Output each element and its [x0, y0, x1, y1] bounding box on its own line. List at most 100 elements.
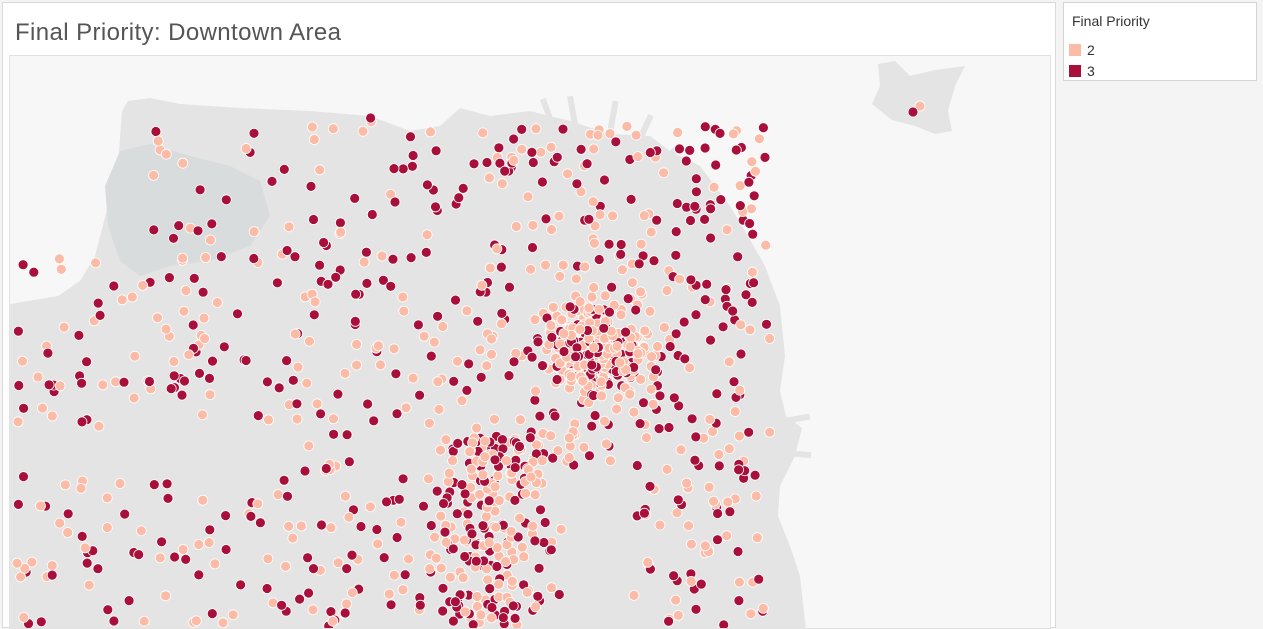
point-priority-3[interactable] — [314, 259, 326, 271]
point-priority-3[interactable] — [282, 490, 293, 502]
point-priority-3[interactable] — [516, 124, 528, 135]
point-priority-2[interactable] — [508, 155, 520, 166]
point-priority-3[interactable] — [405, 252, 417, 264]
point-priority-2[interactable] — [129, 350, 141, 362]
point-priority-3[interactable] — [173, 220, 185, 232]
point-priority-2[interactable] — [190, 615, 202, 627]
point-priority-3[interactable] — [529, 535, 541, 547]
point-priority-3[interactable] — [278, 474, 290, 486]
point-priority-2[interactable] — [685, 576, 697, 587]
point-priority-3[interactable] — [393, 493, 405, 505]
point-priority-3[interactable] — [192, 225, 204, 237]
point-priority-3[interactable] — [727, 305, 739, 317]
point-priority-2[interactable] — [588, 282, 600, 293]
point-priority-2[interactable] — [486, 333, 497, 345]
point-priority-3[interactable] — [598, 322, 610, 334]
point-priority-3[interactable] — [545, 544, 557, 556]
point-priority-2[interactable] — [400, 402, 412, 414]
point-priority-2[interactable] — [491, 243, 503, 255]
point-priority-2[interactable] — [506, 575, 518, 587]
point-priority-2[interactable] — [197, 494, 209, 506]
point-priority-2[interactable] — [652, 341, 663, 352]
point-priority-3[interactable] — [287, 374, 299, 386]
point-priority-3[interactable] — [705, 203, 716, 215]
point-priority-2[interactable] — [471, 591, 483, 602]
point-priority-3[interactable] — [451, 508, 463, 520]
point-priority-3[interactable] — [46, 569, 58, 581]
point-priority-3[interactable] — [281, 245, 293, 256]
point-priority-2[interactable] — [480, 511, 492, 522]
point-priority-3[interactable] — [332, 388, 344, 400]
point-priority-3[interactable] — [690, 431, 702, 443]
point-priority-2[interactable] — [578, 441, 590, 453]
point-priority-2[interactable] — [160, 148, 172, 160]
point-priority-2[interactable] — [397, 584, 409, 596]
point-priority-3[interactable] — [690, 309, 702, 321]
point-priority-3[interactable] — [653, 423, 665, 435]
point-priority-3[interactable] — [119, 508, 131, 520]
point-priority-3[interactable] — [81, 356, 92, 368]
point-priority-2[interactable] — [58, 321, 70, 333]
point-priority-3[interactable] — [705, 232, 716, 244]
point-priority-3[interactable] — [537, 360, 548, 372]
point-priority-2[interactable] — [605, 455, 616, 467]
point-priority-3[interactable] — [420, 246, 432, 258]
point-priority-2[interactable] — [546, 224, 557, 235]
point-priority-3[interactable] — [732, 251, 744, 263]
point-priority-2[interactable] — [644, 305, 656, 317]
point-priority-3[interactable] — [161, 478, 173, 490]
point-priority-2[interactable] — [447, 455, 459, 467]
point-priority-2[interactable] — [594, 209, 606, 221]
point-priority-3[interactable] — [76, 530, 88, 542]
point-priority-3[interactable] — [586, 359, 598, 371]
point-priority-3[interactable] — [42, 347, 54, 359]
point-priority-2[interactable] — [708, 181, 720, 193]
point-priority-3[interactable] — [733, 595, 745, 606]
point-priority-2[interactable] — [252, 498, 264, 510]
point-priority-3[interactable] — [907, 106, 919, 118]
point-priority-2[interactable] — [54, 253, 65, 265]
point-priority-3[interactable] — [407, 150, 419, 161]
point-priority-3[interactable] — [583, 213, 595, 225]
point-priority-3[interactable] — [316, 519, 327, 531]
point-priority-3[interactable] — [509, 462, 521, 474]
point-priority-2[interactable] — [314, 164, 326, 176]
point-priority-3[interactable] — [459, 488, 471, 500]
point-priority-2[interactable] — [263, 414, 274, 426]
point-priority-3[interactable] — [668, 392, 680, 404]
point-priority-2[interactable] — [372, 340, 384, 352]
point-priority-2[interactable] — [79, 542, 91, 554]
point-priority-3[interactable] — [406, 160, 418, 172]
point-priority-2[interactable] — [530, 385, 541, 397]
point-priority-3[interactable] — [507, 600, 519, 612]
point-priority-3[interactable] — [651, 214, 663, 226]
point-priority-3[interactable] — [81, 557, 93, 569]
point-priority-2[interactable] — [306, 121, 318, 133]
point-priority-3[interactable] — [571, 178, 583, 190]
point-priority-3[interactable] — [718, 619, 730, 629]
point-priority-3[interactable] — [650, 364, 662, 376]
point-priority-3[interactable] — [308, 309, 320, 321]
point-priority-2[interactable] — [489, 481, 501, 493]
point-priority-3[interactable] — [496, 307, 508, 319]
point-priority-2[interactable] — [307, 604, 319, 616]
point-priority-3[interactable] — [690, 173, 702, 185]
point-priority-3[interactable] — [92, 297, 104, 309]
point-priority-3[interactable] — [291, 398, 303, 410]
point-priority-3[interactable] — [294, 593, 306, 605]
point-priority-3[interactable] — [207, 355, 218, 367]
point-priority-3[interactable] — [497, 612, 509, 623]
point-priority-2[interactable] — [459, 606, 471, 618]
point-priority-2[interactable] — [588, 143, 599, 155]
point-priority-3[interactable] — [743, 426, 755, 438]
point-priority-2[interactable] — [645, 226, 657, 238]
point-priority-3[interactable] — [547, 452, 559, 464]
point-priority-3[interactable] — [248, 127, 260, 139]
point-priority-3[interactable] — [144, 376, 155, 387]
point-priority-3[interactable] — [551, 374, 563, 385]
point-priority-3[interactable] — [463, 358, 475, 370]
point-priority-3[interactable] — [668, 570, 679, 582]
point-priority-2[interactable] — [59, 479, 71, 491]
point-priority-3[interactable] — [483, 495, 495, 507]
point-priority-3[interactable] — [176, 389, 188, 401]
